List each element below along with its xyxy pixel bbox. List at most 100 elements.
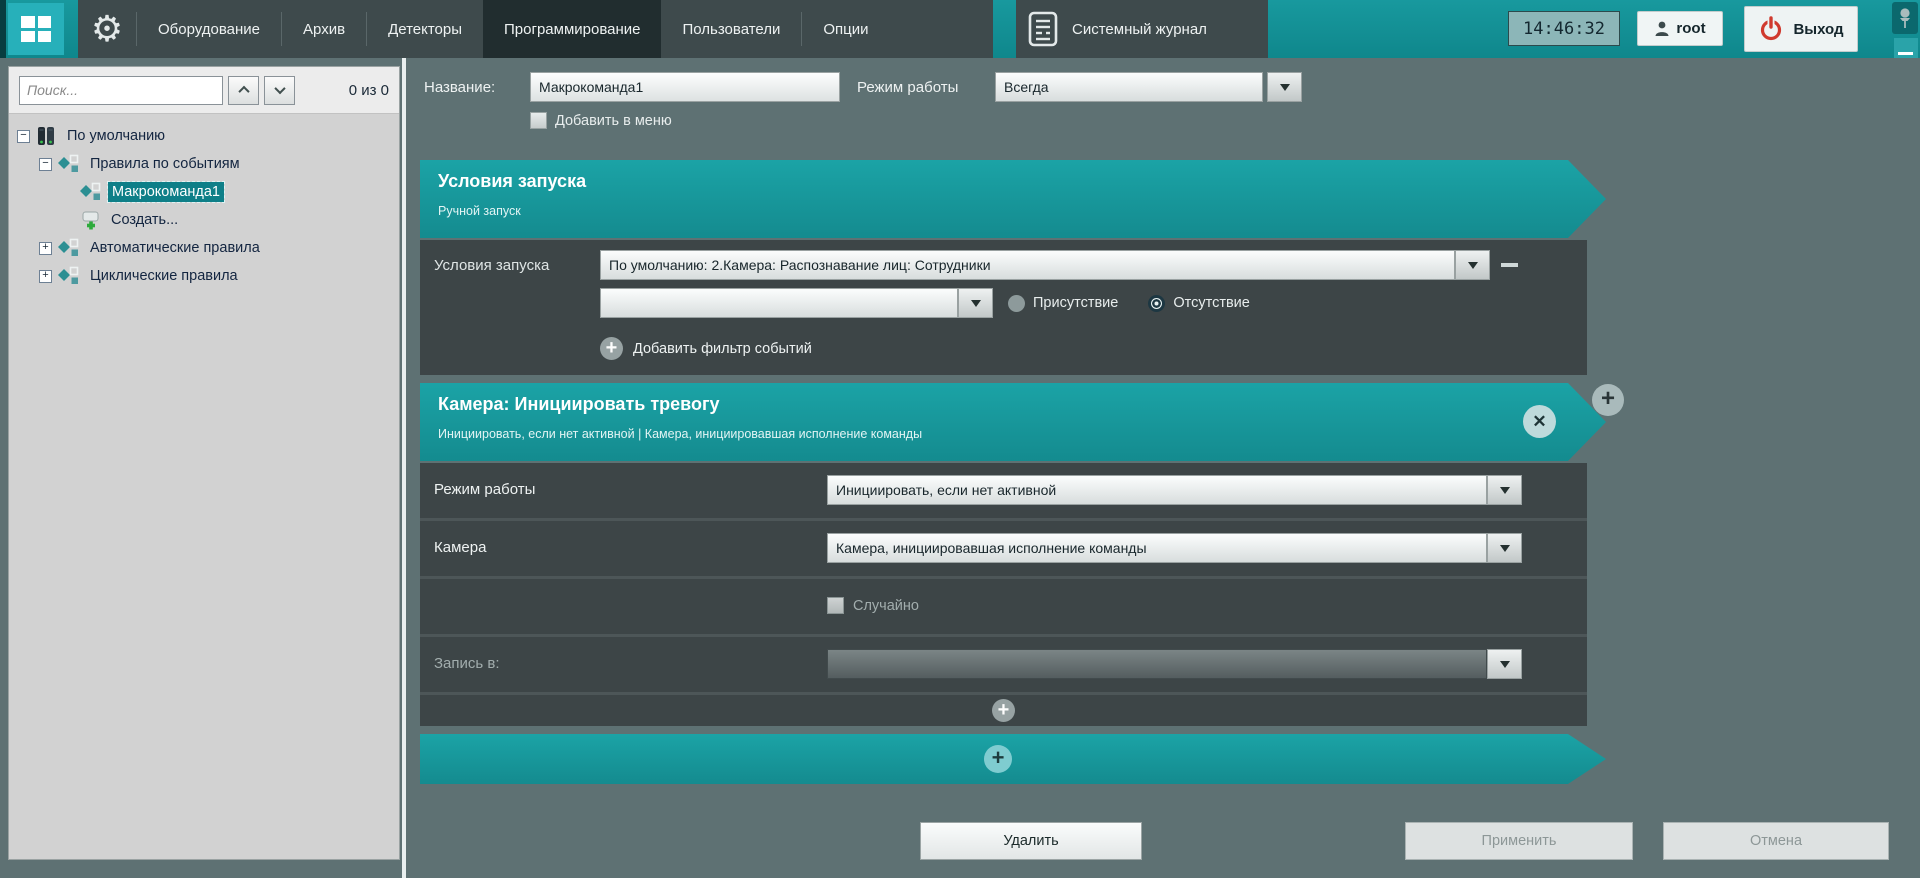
add-event-filter-label: Добавить фильтр событий	[633, 341, 812, 357]
remove-condition-button[interactable]	[1501, 263, 1518, 267]
tab-programming[interactable]: Программирование	[483, 0, 661, 58]
collapse-button[interactable]	[1894, 38, 1918, 58]
dropdown-arrow-icon[interactable]	[1267, 72, 1302, 102]
chevron-up-icon	[238, 86, 249, 97]
camera-label: Камера	[434, 539, 486, 556]
pin-button[interactable]	[1892, 2, 1918, 34]
rule-icon	[57, 154, 80, 174]
dropdown-arrow-icon[interactable]	[1487, 649, 1522, 679]
tree-item-label: Создать...	[107, 210, 182, 230]
grid-icon	[21, 16, 51, 42]
dropdown-arrow-icon[interactable]	[958, 288, 993, 318]
record-to-label: Запись в:	[434, 655, 500, 672]
delete-button[interactable]: Удалить	[920, 822, 1142, 860]
window-edge	[0, 0, 6, 58]
system-journal-button[interactable]: Системный журнал	[1016, 0, 1268, 58]
event-condition-select[interactable]: По умолчанию: 2.Камера: Распознавание ли…	[600, 250, 1455, 280]
tree-search-row: 0 из 0	[9, 67, 399, 114]
search-prev-button[interactable]	[228, 76, 259, 105]
journal-icon	[1028, 11, 1058, 47]
tree-item-server[interactable]: По умолчанию	[13, 122, 395, 150]
add-action-button[interactable]	[1592, 384, 1624, 416]
operation-mode-label: Режим работы	[857, 79, 958, 96]
tree-item-label-selected: Макрокоманда1	[108, 182, 224, 202]
settings-gear-icon[interactable]	[78, 0, 136, 58]
tab-detectors[interactable]: Детекторы	[367, 0, 483, 58]
tree-item-cyclic-rules[interactable]: Циклические правила	[13, 262, 395, 290]
tree-item-label: Циклические правила	[86, 266, 242, 286]
tab-users[interactable]: Пользователи	[661, 0, 801, 58]
current-user-button[interactable]: root	[1637, 11, 1723, 46]
tree-item-create[interactable]: Создать...	[13, 206, 395, 234]
rule-icon	[79, 182, 102, 202]
random-checkbox[interactable]	[827, 597, 844, 614]
search-next-button[interactable]	[264, 76, 295, 105]
camera-select[interactable]: Камера, инициировавшая исполнение команд…	[827, 533, 1487, 563]
cancel-button[interactable]: Отмена	[1663, 822, 1889, 860]
dropdown-arrow-icon[interactable]	[1455, 250, 1490, 280]
presence-radio[interactable]	[1008, 295, 1025, 312]
rule-icon	[57, 266, 80, 286]
action-banner: Камера: Инициировать тревогу Инициироват…	[420, 383, 1606, 461]
tree-item-label: По умолчанию	[63, 126, 169, 146]
pin-icon	[1898, 7, 1912, 29]
search-match-counter: 0 из 0	[349, 82, 389, 99]
tab-archive[interactable]: Архив	[282, 0, 366, 58]
tree-item-auto-rules[interactable]: Автоматические правила	[13, 234, 395, 262]
absence-label: Отсутствие	[1173, 295, 1250, 311]
launch-conditions-row-label: Условия запуска	[434, 257, 549, 274]
tree-item-macro1[interactable]: Макрокоманда1	[13, 178, 395, 206]
macro-tree-sidebar: 0 из 0 По умолчанию	[8, 66, 400, 860]
add-action-banner	[420, 734, 1606, 784]
expand-toggle[interactable]	[39, 242, 52, 255]
layouts-button[interactable]	[8, 3, 64, 55]
action-mode-select[interactable]: Инициировать, если нет активной	[827, 475, 1487, 505]
add-parameter-button[interactable]	[992, 699, 1015, 722]
add-action-plus-button[interactable]	[984, 745, 1012, 773]
operation-mode-select[interactable]: Всегда	[995, 72, 1263, 102]
name-label: Название:	[424, 79, 495, 96]
logout-label: Выход	[1793, 21, 1843, 38]
collapse-toggle[interactable]	[17, 130, 30, 143]
expand-toggle[interactable]	[39, 270, 52, 283]
plus-icon	[600, 337, 623, 360]
main-menu-strip: Оборудование Архив Детекторы Программиро…	[78, 0, 993, 58]
tree-item-label: Правила по событиям	[86, 154, 244, 174]
user-icon	[1654, 20, 1670, 37]
create-plus-icon	[79, 210, 101, 231]
rules-tree: По умолчанию Правила по событиям	[9, 114, 399, 298]
record-to-select	[827, 649, 1487, 679]
macro-editor-panel: Название: Режим работы Всегда Добавить в…	[408, 58, 1920, 878]
dropdown-arrow-icon[interactable]	[1487, 475, 1522, 505]
launch-conditions-panel: Условия запуска По умолчанию: 2.Камера: …	[420, 240, 1587, 375]
dropdown-arrow-icon[interactable]	[1487, 533, 1522, 563]
presence-label: Присутствие	[1033, 295, 1118, 311]
add-to-menu-checkbox[interactable]	[530, 112, 547, 129]
launch-conditions-subtitle: Ручной запуск	[438, 204, 521, 218]
top-bar: Оборудование Архив Детекторы Программиро…	[0, 0, 1920, 58]
add-to-menu-label: Добавить в меню	[555, 113, 672, 129]
operation-mode-value: Всегда	[1004, 79, 1049, 95]
apply-button[interactable]: Применить	[1405, 822, 1633, 860]
sidebar-divider[interactable]	[402, 58, 406, 878]
collapse-toggle[interactable]	[39, 158, 52, 171]
remove-action-button[interactable]	[1523, 405, 1556, 438]
search-input[interactable]	[19, 76, 223, 105]
action-title: Камера: Инициировать тревогу	[438, 394, 719, 415]
rule-icon	[57, 238, 80, 258]
logout-button[interactable]: Выход	[1744, 6, 1858, 52]
event-filter-select[interactable]	[600, 288, 958, 318]
action-mode-value: Инициировать, если нет активной	[836, 482, 1056, 498]
user-name: root	[1676, 20, 1705, 37]
add-event-filter-button[interactable]: Добавить фильтр событий	[600, 337, 812, 360]
launch-conditions-title: Условия запуска	[438, 171, 586, 192]
application-window: Оборудование Архив Детекторы Программиро…	[0, 0, 1920, 878]
tree-item-event-rules[interactable]: Правила по событиям	[13, 150, 395, 178]
tab-options[interactable]: Опции	[802, 0, 889, 58]
tab-equipment[interactable]: Оборудование	[137, 0, 281, 58]
launch-conditions-banner: Условия запуска Ручной запуск	[420, 160, 1606, 238]
absence-radio[interactable]	[1148, 295, 1165, 312]
macro-name-input[interactable]	[530, 72, 840, 102]
random-label: Случайно	[853, 598, 919, 614]
clock: 14:46:32	[1508, 11, 1620, 46]
